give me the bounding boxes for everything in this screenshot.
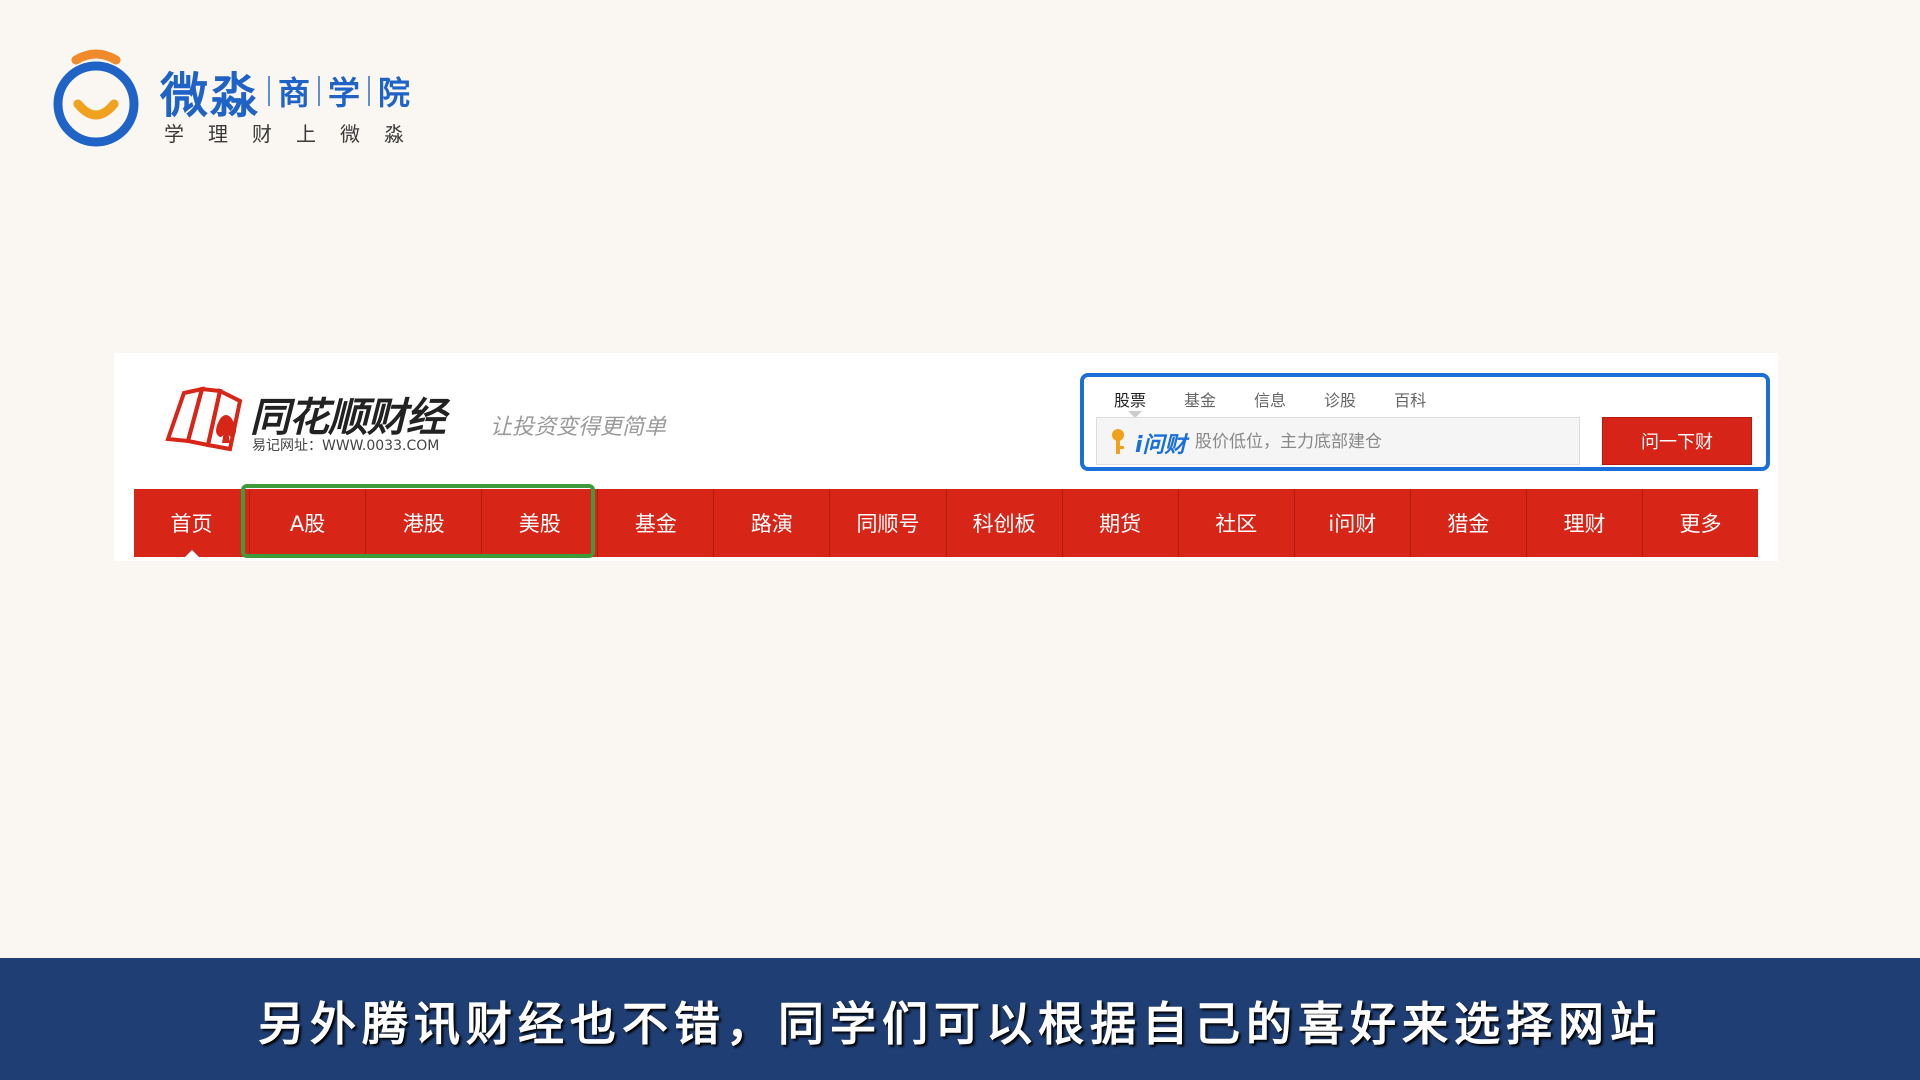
search-tabs: 股票 基金 信息 诊股 百科 — [1114, 387, 1426, 418]
nav-star-market[interactable]: 科创板 — [947, 489, 1063, 557]
smile-logo-icon — [53, 49, 139, 147]
search-field[interactable]: i问财 — [1096, 417, 1580, 465]
nav-hk-stocks[interactable]: 港股 — [366, 489, 483, 557]
brand-slogan: 学理财上微淼 — [164, 122, 428, 146]
search-tab-funds[interactable]: 基金 — [1184, 387, 1216, 411]
nav-funds[interactable]: 基金 — [598, 489, 715, 557]
main-nav: 首页 A股 港股 美股 基金 路演 同顺号 科创板 期货 社区 i问财 猎金 理… — [134, 489, 1758, 557]
nav-tonghsun-hao[interactable]: 同顺号 — [830, 489, 947, 557]
brand-sub-3: 院 — [378, 74, 411, 112]
brand-name: 微淼 商 学 院 — [160, 56, 410, 126]
subtitle-text: 另外腾讯财经也不错，同学们可以根据自己的喜好来选择网站 — [258, 997, 1662, 1051]
brand-title: 微淼 — [160, 68, 261, 124]
brand-sub-2: 学 — [328, 74, 361, 112]
site-tagline: 让投资变得更简单 — [490, 415, 667, 440]
nav-liejin[interactable]: 猎金 — [1411, 489, 1527, 557]
search-input[interactable] — [1193, 426, 1567, 458]
nav-futures[interactable]: 期货 — [1063, 489, 1179, 557]
search-tab-wiki[interactable]: 百科 — [1394, 387, 1426, 411]
search-tab-diagnose[interactable]: 诊股 — [1324, 387, 1356, 411]
brand-sub-1: 商 — [278, 74, 311, 112]
site-header: 同花顺财经 易记网址：WWW.0033.COM 让投资变得更简单 股票 基金 信… — [114, 353, 1778, 561]
search-tab-info[interactable]: 信息 — [1254, 387, 1286, 411]
divider — [318, 76, 321, 106]
ask-button[interactable]: 问一下财 — [1602, 417, 1752, 465]
site-logo[interactable]: 同花顺财经 易记网址：WWW.0033.COM — [158, 379, 488, 459]
brand-logo: 微淼 商 学 院 学理财上微淼 — [48, 44, 448, 154]
nav-iwencai[interactable]: i问财 — [1295, 489, 1411, 557]
key-icon — [1112, 429, 1124, 454]
site-url: 易记网址：WWW.0033.COM — [252, 438, 440, 454]
iwencai-brand: i问财 — [1135, 433, 1187, 458]
nav-us-stocks[interactable]: 美股 — [482, 489, 599, 557]
nav-roadshow[interactable]: 路演 — [714, 489, 831, 557]
nav-community[interactable]: 社区 — [1179, 489, 1295, 557]
search-tab-stocks[interactable]: 股票 — [1114, 387, 1146, 418]
divider — [268, 76, 271, 106]
divider — [368, 76, 371, 106]
nav-a-shares[interactable]: A股 — [250, 489, 367, 557]
nav-more[interactable]: 更多 — [1643, 489, 1758, 557]
subtitle-bar: 另外腾讯财经也不错，同学们可以根据自己的喜好来选择网站 — [0, 958, 1920, 1080]
search-box: 股票 基金 信息 诊股 百科 i问财 问一下财 — [1080, 373, 1770, 471]
nav-wealth[interactable]: 理财 — [1527, 489, 1644, 557]
cards-logo-icon — [165, 386, 243, 452]
nav-home[interactable]: 首页 — [134, 489, 251, 557]
